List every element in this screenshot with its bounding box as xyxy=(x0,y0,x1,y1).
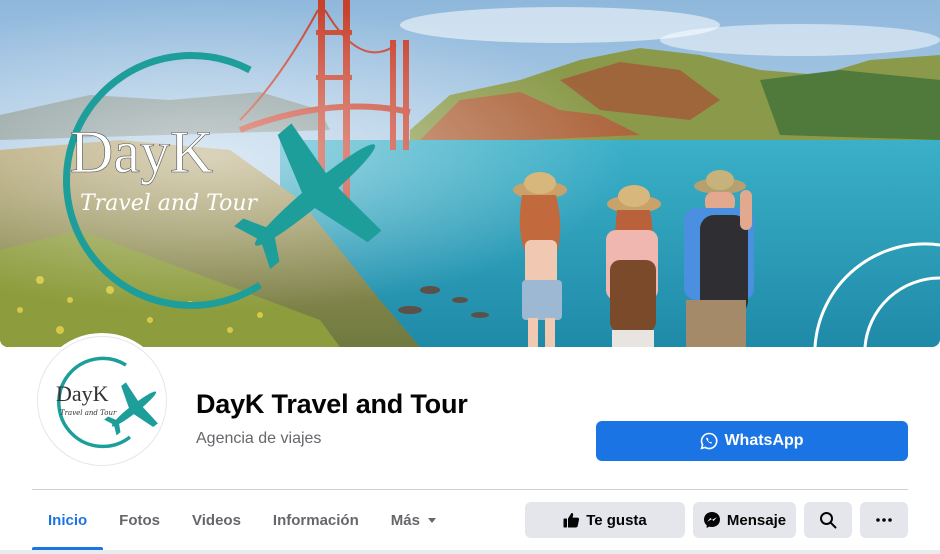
profile-picture-frame[interactable]: DayK Travel and Tour xyxy=(34,333,170,469)
cover-logo-word: DayK xyxy=(70,119,213,185)
whatsapp-button[interactable]: WhatsApp xyxy=(596,421,908,461)
tab-mas[interactable]: Más xyxy=(375,490,452,550)
tab-label: Inicio xyxy=(48,511,88,529)
more-options-button[interactable] xyxy=(860,502,908,538)
message-button[interactable]: Mensaje xyxy=(693,502,796,538)
facebook-page-header: DayK Travel and Tour DayK Travel and Tou… xyxy=(0,0,940,554)
cover-logo-tagline: Travel and Tour xyxy=(80,191,259,216)
page-category[interactable]: Agencia de viajes xyxy=(196,430,321,448)
tab-label: Más xyxy=(390,511,420,529)
tab-inicio[interactable]: Inicio xyxy=(32,490,104,550)
whatsapp-icon xyxy=(700,432,718,450)
thumbs-up-icon xyxy=(563,512,580,528)
profile-picture[interactable]: DayK Travel and Tour xyxy=(37,336,167,466)
search-icon xyxy=(819,511,837,529)
avatar-logo-word: DayK xyxy=(56,381,109,406)
tab-label: Fotos xyxy=(119,511,160,529)
like-button-label: Te gusta xyxy=(586,511,647,529)
more-dots-icon xyxy=(876,518,892,522)
tab-fotos[interactable]: Fotos xyxy=(103,490,176,550)
avatar-logo-tagline: Travel and Tour xyxy=(60,409,117,417)
page-tabs: Inicio Fotos Videos Información Más xyxy=(32,490,452,550)
search-button[interactable] xyxy=(804,502,852,538)
whatsapp-button-label: WhatsApp xyxy=(724,432,804,449)
section-separator xyxy=(0,550,940,554)
messenger-icon xyxy=(703,511,721,529)
chevron-down-icon xyxy=(427,517,436,523)
tab-videos[interactable]: Videos xyxy=(176,490,257,550)
message-button-label: Mensaje xyxy=(726,511,787,529)
page-title: DayK Travel and Tour xyxy=(196,389,468,419)
like-button[interactable]: Te gusta xyxy=(525,502,685,538)
cover-photo[interactable]: DayK Travel and Tour xyxy=(0,0,940,347)
travellers-photo xyxy=(513,170,754,347)
tab-label: Videos xyxy=(192,511,241,529)
tab-informacion[interactable]: Información xyxy=(257,490,375,550)
tab-label: Información xyxy=(272,511,359,529)
